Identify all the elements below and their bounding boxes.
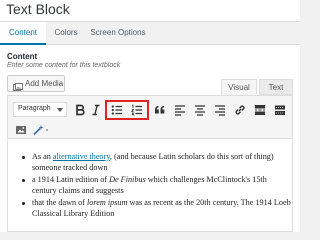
- editor-toolbar: Paragraph: [7, 95, 293, 139]
- link-icon: [235, 105, 245, 115]
- toolbar-toggle-icon: [275, 105, 285, 115]
- list-item: that the dawn of lorem ipsum was as rece…: [22, 198, 292, 219]
- bold-button[interactable]: [72, 102, 88, 118]
- list-item-text: a 1914 Latin edition of: [32, 175, 110, 184]
- editor-tab-text[interactable]: Text: [259, 79, 293, 95]
- insert-link-button[interactable]: [232, 102, 248, 118]
- wand-icon: [33, 125, 48, 136]
- media-icon: [13, 79, 23, 91]
- alternative-theory-link[interactable]: alternative theory: [53, 152, 110, 161]
- italic-icon: [92, 104, 100, 116]
- tab-content[interactable]: Content: [0, 22, 46, 45]
- toolbar-toggle-button[interactable]: [272, 102, 288, 118]
- lists-highlight-box: [105, 100, 149, 120]
- tab-screen-options[interactable]: Screen Options: [90, 22, 146, 45]
- list-item-emphasis: lorem ipsum: [87, 198, 128, 207]
- align-right-button[interactable]: [212, 102, 228, 118]
- align-left-button[interactable]: [172, 102, 188, 118]
- tab-colors[interactable]: Colors: [48, 22, 84, 45]
- align-center-icon: [195, 105, 205, 116]
- window-title: Text Block: [6, 1, 70, 17]
- align-center-button[interactable]: [192, 102, 208, 118]
- image-icon: [16, 126, 26, 134]
- editor-tab-visual[interactable]: Visual: [221, 79, 257, 95]
- title-bar: Text Block: [0, 0, 300, 22]
- magic-wand-button[interactable]: [32, 122, 52, 138]
- content-list: As an alternative theory, (and because L…: [22, 152, 292, 221]
- bold-icon: [76, 104, 85, 116]
- align-right-icon: [215, 105, 225, 116]
- read-more-button[interactable]: [252, 102, 268, 118]
- field-label: Content: [7, 52, 38, 61]
- chevron-down-icon: [57, 108, 63, 112]
- wp-image-button[interactable]: [13, 122, 29, 138]
- blockquote-button[interactable]: [152, 102, 168, 118]
- list-item-emphasis: De Finibus: [109, 175, 146, 184]
- format-select[interactable]: Paragraph: [13, 102, 67, 117]
- tabs-bar: Content Colors Screen Options: [0, 22, 300, 45]
- list-item-text: that the dawn of: [32, 198, 88, 207]
- editor-content-area[interactable]: As an alternative theory, (and because L…: [7, 140, 293, 232]
- list-item: a 1914 Latin edition of De Finibus which…: [22, 175, 292, 196]
- field-description: Enter some content for this textblock: [7, 62, 121, 69]
- add-media-button[interactable]: Add Media: [7, 75, 65, 92]
- format-select-value: Paragraph: [18, 105, 51, 112]
- add-media-label: Add Media: [25, 79, 64, 88]
- list-item: As an alternative theory, (and because L…: [22, 152, 292, 173]
- align-left-icon: [175, 105, 185, 116]
- italic-button[interactable]: [88, 102, 104, 118]
- blockquote-icon: [155, 106, 165, 114]
- read-more-icon: [255, 105, 265, 115]
- list-item-text: As an: [32, 152, 53, 161]
